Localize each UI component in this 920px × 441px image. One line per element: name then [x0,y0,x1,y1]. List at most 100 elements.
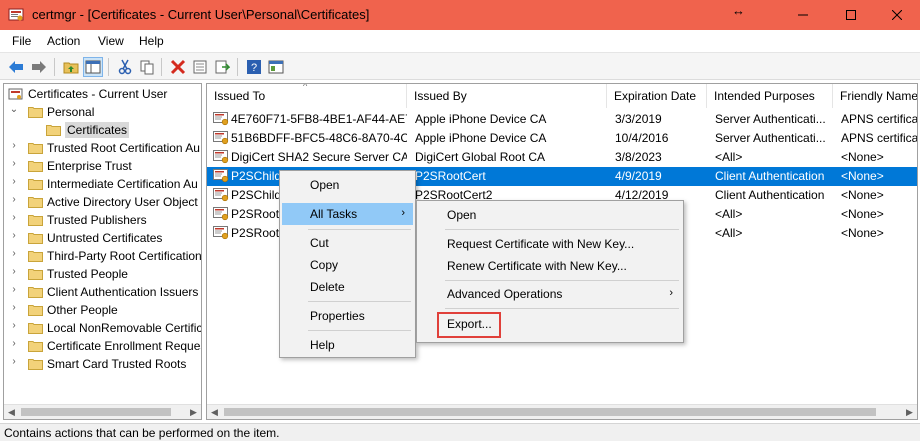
tree-item-label: Third-Party Root Certification [47,249,202,263]
table-row[interactable]: 4E760F71-5FB8-4BE1-AF44-AE7... Apple iPho… [207,110,917,129]
cut-button[interactable] [115,57,135,77]
scroll-left-icon[interactable]: ◀ [4,405,19,419]
tree-item[interactable]: › Other People [4,301,201,319]
tree-item[interactable]: › Enterprise Trust [4,157,201,175]
column-issued-to[interactable]: ^ Issued To [207,84,407,108]
chevron-right-icon[interactable]: › [9,212,19,223]
export-list-button[interactable] [212,57,232,77]
table-cell: <All> [715,207,743,221]
tree-item[interactable]: › Active Directory User Object [4,193,201,211]
column-expiration-date[interactable]: Expiration Date [607,84,707,108]
tree-item[interactable]: › Untrusted Certificates [4,229,201,247]
menu-help[interactable]: Help [139,34,164,48]
menu-item-delete[interactable]: Delete [282,276,413,298]
table-cell: 4/9/2019 [615,169,662,183]
tree-item[interactable]: › Client Authentication Issuers [4,283,201,301]
minimize-button[interactable] [780,0,826,30]
table-cell: 3/8/2023 [615,150,662,164]
certificate-icon [213,112,229,126]
table-cell: APNS certificat [841,131,917,145]
chevron-right-icon[interactable]: › [9,356,19,367]
chevron-right-icon[interactable]: › [9,338,19,349]
table-row[interactable]: 51B6BDFF-BFC5-48C6-8A70-4C... Apple iPhon… [207,129,917,148]
chevron-right-icon[interactable]: › [9,230,19,241]
scroll-thumb[interactable] [224,408,876,416]
chevron-right-icon[interactable]: › [9,158,19,169]
svg-text:?: ? [251,62,257,74]
show-hide-tree-button[interactable] [83,57,103,77]
chevron-right-icon[interactable]: › [9,320,19,331]
chevron-right-icon[interactable]: › [9,266,19,277]
table-cell: Client Authentication [715,169,825,183]
scroll-left-icon[interactable]: ◀ [207,405,222,419]
tree-item[interactable]: › Certificate Enrollment Reques [4,337,201,355]
menu-item-copy[interactable]: Copy [282,254,413,276]
copy-button[interactable] [137,57,157,77]
sort-ascending-icon: ^ [303,83,308,91]
folder-icon [28,323,43,334]
forward-button[interactable] [29,57,49,77]
folder-icon [28,287,43,298]
menu-item-cut[interactable]: Cut [282,232,413,254]
tree-horizontal-scrollbar[interactable]: ◀ ▶ [4,404,201,419]
tree-item[interactable]: › Trusted Root Certification Au [4,139,201,157]
tree-item[interactable]: › Smart Card Trusted Roots [4,355,201,373]
column-intended-purposes[interactable]: Intended Purposes [707,84,833,108]
chevron-down-icon[interactable]: ⌄ [9,104,19,115]
tree-item[interactable]: ⌄ Personal [4,103,201,121]
menu-item-help[interactable]: Help [282,334,413,356]
menu-item-open[interactable]: Open [282,174,413,196]
tree-root[interactable]: Certificates - Current User [4,85,201,103]
folder-icon [28,197,43,208]
status-bar: Contains actions that can be performed o… [0,423,920,441]
tree-item[interactable]: › Third-Party Root Certification [4,247,201,265]
properties-button[interactable] [190,57,210,77]
back-button[interactable] [6,57,26,77]
scroll-right-icon[interactable]: ▶ [902,405,917,419]
column-issued-by[interactable]: Issued By [407,84,607,108]
submenu-item-request-new-key[interactable]: Request Certificate with New Key... [419,233,681,255]
menu-file[interactable]: File [12,34,31,48]
delete-button[interactable] [168,57,188,77]
scroll-right-icon[interactable]: ▶ [186,405,201,419]
title-bar: certmgr - [Certificates - Current User\P… [0,0,920,30]
chevron-right-icon[interactable]: › [9,140,19,151]
chevron-right-icon[interactable]: › [9,176,19,187]
tree-item[interactable]: › Intermediate Certification Au [4,175,201,193]
tree-item[interactable]: › Local NonRemovable Certific [4,319,201,337]
folder-icon [28,269,43,280]
tree-item[interactable]: › Trusted Publishers [4,211,201,229]
chevron-right-icon[interactable]: › [9,248,19,259]
menu-item-all-tasks[interactable]: All Tasks › [282,203,413,225]
console-tree: Certificates - Current User ⌄ Personal Cer… [3,83,202,420]
submenu-item-advanced-operations[interactable]: Advanced Operations › [419,283,681,305]
tree-item-label: Trusted Root Certification Au [47,141,200,155]
menu-item-properties[interactable]: Properties [282,305,413,327]
table-cell: 51B6BDFF-BFC5-48C6-8A70-4C... [231,131,407,145]
tree-item[interactable]: › Trusted People [4,265,201,283]
column-friendly-name[interactable]: Friendly Name [833,84,917,108]
chevron-right-icon[interactable]: › [9,302,19,313]
window-title: certmgr - [Certificates - Current User\P… [32,7,370,22]
chevron-right-icon[interactable]: › [9,284,19,295]
folder-icon [28,359,43,370]
chevron-right-icon[interactable]: › [9,194,19,205]
delete-icon [170,59,186,75]
table-cell: <None> [841,207,884,221]
submenu-item-open[interactable]: Open [419,204,681,226]
scroll-thumb[interactable] [21,408,171,416]
submenu-item-renew-new-key[interactable]: Renew Certificate with New Key... [419,255,681,277]
view-button[interactable] [266,57,286,77]
menu-view[interactable]: View [98,34,124,48]
tree-item[interactable]: Certificates [4,121,201,139]
list-horizontal-scrollbar[interactable]: ◀ ▶ [207,404,917,419]
tree-item-label: Local NonRemovable Certific [47,321,202,335]
certificate-icon [213,188,229,202]
close-button[interactable] [874,0,920,30]
menu-action[interactable]: Action [47,34,80,48]
help-button[interactable]: ? [244,57,264,77]
tree-item-label: Certificate Enrollment Reques [47,339,202,353]
maximize-button[interactable] [828,0,874,30]
up-folder-button[interactable] [61,57,81,77]
table-row[interactable]: DigiCert SHA2 Secure Server CA DigiCert G… [207,148,917,167]
